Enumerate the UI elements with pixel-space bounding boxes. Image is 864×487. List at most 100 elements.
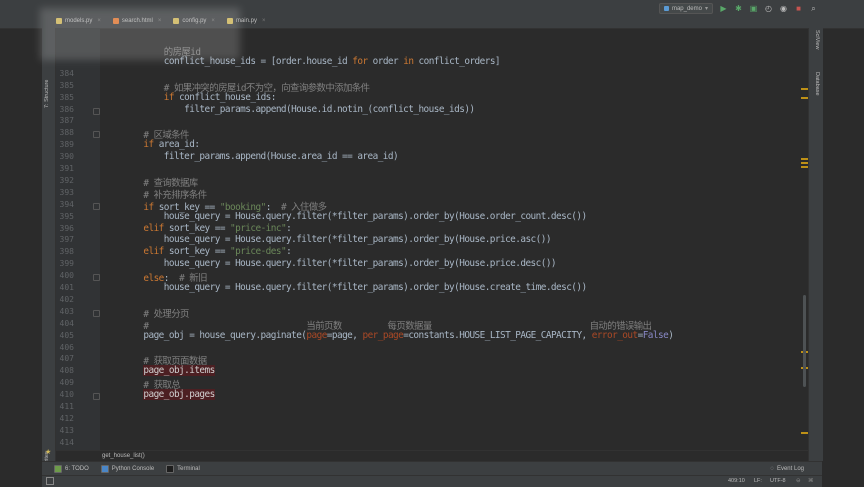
error-stripe-marker (801, 97, 808, 99)
code-token: error_out (591, 329, 638, 341)
update-icon[interactable]: ◉ (779, 4, 788, 13)
code-line[interactable]: page_obj.items (123, 365, 215, 377)
event-log-label: Event Log (776, 466, 804, 472)
profile-icon[interactable]: ◴ (764, 4, 773, 13)
line-number: 408 (59, 366, 74, 376)
line-number: 392 (59, 175, 74, 185)
code-token: area_id: (153, 139, 200, 151)
left-tool-strip: 7: Structure 2: Favorites ★ (42, 28, 56, 480)
event-log-button[interactable]: ◌ Event Log (770, 466, 804, 472)
line-number: 412 (59, 413, 74, 423)
line-number: 401 (59, 283, 74, 292)
terminal-icon (166, 465, 175, 473)
code-token: sort_key == (163, 222, 231, 234)
code-line[interactable]: filter_params.append(House.area_id == ar… (123, 151, 399, 163)
coverage-icon[interactable]: ▣ (749, 4, 758, 13)
right-tool-strip: SciView Database (808, 28, 823, 461)
run-configuration-select[interactable]: map_demo ▾ (658, 3, 713, 14)
run-icon[interactable]: ▶ (719, 4, 728, 13)
fold-marker-icon[interactable] (93, 309, 100, 317)
code-line[interactable]: filter_params.append(House.id.notin_(con… (123, 104, 475, 115)
fold-marker-icon[interactable] (93, 202, 100, 210)
code-token: order (367, 55, 404, 67)
vertical-scrollbar[interactable] (803, 295, 806, 387)
database-panel-tab[interactable]: Database (814, 72, 820, 96)
toggle-tool-windows-icon[interactable] (46, 477, 54, 485)
line-number: 394 (59, 199, 74, 209)
debug-icon[interactable]: ✱ (734, 4, 743, 13)
error-stripe-marker (801, 88, 808, 90)
line-number: 391 (59, 164, 74, 173)
stop-icon[interactable]: ■ (794, 4, 803, 13)
line-number: 404 (59, 318, 74, 328)
file-encoding[interactable]: UTF-8 (770, 478, 786, 484)
code-token: page_obj.items (143, 365, 215, 377)
lock-icon[interactable]: ⊖ (796, 478, 801, 484)
code-token: conflict_orders] (413, 55, 501, 67)
tool-window-bar: 6: TODO Python Console Terminal ◌ Event Lo… (42, 461, 822, 476)
tool-window-label: Terminal (177, 466, 200, 472)
sciview-panel-tab[interactable]: SciView (814, 30, 820, 49)
line-number: 405 (59, 330, 74, 340)
code-token: elif (143, 246, 164, 258)
code-token: if (143, 139, 154, 151)
tool-window-label: 6: TODO (65, 466, 89, 472)
code-line[interactable]: elif sort_key == "price-des": (123, 246, 291, 257)
code-line[interactable]: house_query = House.query.filter(*filter… (123, 211, 587, 222)
fold-marker-icon[interactable] (93, 393, 100, 401)
star-icon: ★ (45, 449, 52, 456)
code-token: filter_params.append(House.area_id == ar… (123, 151, 399, 163)
tool-window-button[interactable]: 6: TODO (54, 465, 89, 473)
close-icon[interactable]: × (262, 18, 266, 24)
code-token: sort_key == (163, 246, 231, 258)
code-line[interactable]: page_obj = house_query.paginate(page=pag… (123, 330, 673, 341)
status-bar: 409:10 LF: UTF-8 ⊖ ⌘ (42, 475, 822, 487)
fold-marker-icon[interactable] (93, 274, 100, 282)
code-line[interactable]: house_query = House.query.filter(*filter… (123, 258, 557, 269)
line-number: 399 (59, 259, 74, 269)
line-number-gutter: 384 385 385 386 387 388 389 390 391 392 393 394 395 3… (56, 28, 100, 459)
code-token: per_page (362, 329, 404, 341)
line-number: 385 (59, 80, 74, 90)
code-token: in (403, 55, 414, 67)
code-line[interactable]: house_query = House.query.filter(*filter… (123, 234, 552, 246)
code-line[interactable]: if area_id: (123, 139, 200, 151)
line-number: 398 (59, 247, 74, 257)
line-number: 413 (59, 425, 74, 435)
line-number: 411 (59, 402, 74, 411)
code-token: False (642, 329, 669, 341)
event-log-icon: ◌ (770, 466, 774, 472)
breadcrumb-function[interactable]: get_house_list() (102, 453, 145, 459)
code-token: for (352, 55, 368, 67)
git-icon[interactable]: ⌘ (808, 478, 814, 484)
code-token: house_query = House.query.filter(*filter… (123, 234, 552, 246)
code-line[interactable]: page_obj.pages (123, 389, 215, 401)
search-icon[interactable]: ⌕ (809, 4, 818, 13)
code-token: house_query = House.query.filter(*filter… (123, 210, 587, 222)
code-token: if (163, 91, 175, 103)
code-token: "price-inc" (230, 222, 287, 234)
code-editor[interactable]: 的房屋id conflict_house_ids = [order.house_… (101, 28, 801, 450)
code-line[interactable]: elif sort_key == "price-inc": (123, 223, 291, 234)
fold-marker-icon[interactable] (93, 107, 100, 115)
line-number: 410 (59, 390, 74, 400)
caret-position[interactable]: 409:10 (728, 478, 745, 484)
code-token: page_obj.pages (143, 389, 215, 401)
line-separator[interactable]: LF: (754, 478, 762, 484)
line-number: 385 (59, 92, 74, 102)
code-line[interactable]: house_query = House.query.filter(*filter… (123, 282, 587, 293)
tool-window-button[interactable]: Terminal (166, 465, 200, 473)
error-stripe-marker (801, 432, 808, 434)
tool-window-button[interactable]: Python Console (100, 465, 154, 473)
code-line[interactable]: if conflict_house_ids: (123, 91, 277, 103)
line-number: 414 (59, 437, 74, 447)
structure-panel-tab[interactable]: 7: Structure (44, 80, 50, 108)
fold-marker-icon[interactable] (93, 131, 100, 139)
line-number: 407 (59, 354, 74, 364)
